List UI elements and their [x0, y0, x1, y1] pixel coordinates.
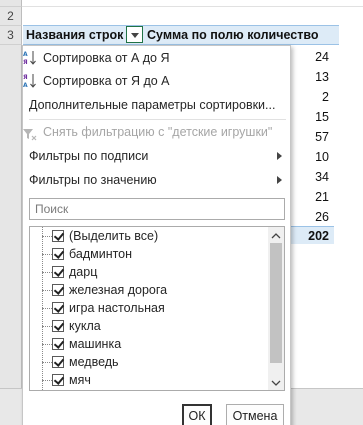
filter-dropdown-button[interactable] — [126, 26, 143, 43]
submenu-arrow-icon — [277, 152, 282, 160]
checkbox[interactable] — [52, 266, 64, 278]
row-header-1[interactable] — [0, 0, 22, 7]
list-item[interactable]: кукла — [30, 317, 270, 335]
list-item-label: мяч — [69, 373, 91, 387]
more-sort-options-label: Дополнительные параметры сортировки... — [29, 98, 276, 112]
menu-separator — [29, 119, 286, 120]
sort-descending-item[interactable]: ЯА Сортировка от Я до А — [23, 70, 290, 92]
svg-text:А: А — [23, 82, 28, 89]
list-item[interactable]: мяч — [30, 371, 270, 389]
list-item[interactable]: машинка — [30, 335, 270, 353]
pivot-filter-dropdown: АЯ Сортировка от А до Я ЯА Сортировка от… — [22, 45, 291, 425]
sort-ascending-item[interactable]: АЯ Сортировка от А до Я — [23, 47, 290, 69]
search-input[interactable]: Поиск — [29, 198, 285, 220]
list-scrollbar[interactable] — [268, 227, 284, 390]
filter-values-list[interactable]: (Выделить все) бадминтон дарц железная д… — [29, 226, 285, 391]
checkbox[interactable] — [52, 284, 64, 296]
list-item-label: кукла — [69, 319, 101, 333]
list-item[interactable]: бадминтон — [30, 245, 270, 263]
checkbox[interactable] — [52, 374, 64, 386]
sort-za-icon: ЯА — [23, 73, 37, 89]
svg-text:Я: Я — [23, 74, 28, 81]
list-item-select-all[interactable]: (Выделить все) — [30, 227, 270, 245]
checkbox[interactable] — [52, 230, 64, 242]
list-item-label: железная дорога — [69, 283, 168, 297]
svg-text:Я: Я — [23, 59, 28, 66]
pivot-sum-header[interactable]: Сумма по полю количество — [144, 25, 339, 45]
row-header-3[interactable]: 3 — [0, 26, 22, 45]
submenu-arrow-icon — [277, 176, 282, 184]
sort-ascending-label: Сортировка от А до Я — [43, 51, 170, 65]
checkbox[interactable] — [52, 338, 64, 350]
clear-filter-label: Снять фильтрацию с "детские игрушки" — [43, 125, 273, 139]
list-item[interactable]: медведь — [30, 353, 270, 371]
scroll-up-icon[interactable] — [271, 230, 281, 240]
checkbox[interactable] — [52, 320, 64, 332]
grid-line — [22, 6, 363, 7]
cancel-button[interactable]: Отмена — [226, 404, 284, 425]
list-item-label: бадминтон — [69, 247, 133, 261]
checkbox[interactable] — [52, 248, 64, 260]
list-item-label: машинка — [69, 337, 122, 351]
svg-text:А: А — [23, 51, 28, 58]
label-filters-label: Фильтры по подписи — [29, 149, 149, 163]
clear-filter-item[interactable]: Снять фильтрацию с "детские игрушки" — [23, 121, 290, 143]
sort-descending-label: Сортировка от Я до А — [43, 74, 170, 88]
label-filters-item[interactable]: Фильтры по подписи — [23, 145, 290, 167]
more-sort-options-item[interactable]: Дополнительные параметры сортировки... — [23, 94, 290, 116]
sort-az-icon: АЯ — [23, 50, 37, 66]
value-filters-label: Фильтры по значению — [29, 173, 157, 187]
row-header-column — [0, 45, 22, 425]
checkbox[interactable] — [52, 302, 64, 314]
scroll-down-icon[interactable] — [271, 377, 281, 387]
list-item-label: игра настольная — [69, 301, 165, 315]
value-filters-item[interactable]: Фильтры по значению — [23, 169, 290, 191]
list-item-label: (Выделить все) — [69, 229, 159, 243]
row-header-2[interactable]: 2 — [0, 7, 22, 26]
ok-button[interactable]: ОК — [182, 404, 212, 425]
list-item[interactable]: игра настольная — [30, 299, 270, 317]
scrollbar-thumb[interactable] — [270, 243, 282, 363]
list-item-label: медведь — [69, 355, 119, 369]
checkbox[interactable] — [52, 356, 64, 368]
list-item[interactable]: железная дорога — [30, 281, 270, 299]
list-item[interactable]: дарц — [30, 263, 270, 281]
list-item-label: дарц — [69, 265, 98, 279]
